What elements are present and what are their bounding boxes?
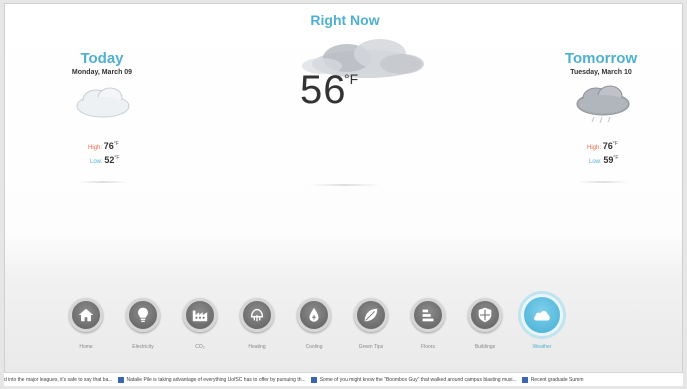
today-high-value: 76 bbox=[103, 141, 114, 151]
nav-item-weather[interactable]: Weather bbox=[512, 294, 572, 350]
tomorrow-high-unit: °F bbox=[612, 141, 618, 147]
heating-icon bbox=[250, 308, 264, 322]
nav-item-heating[interactable]: Heating bbox=[227, 298, 287, 350]
ticker-item[interactable]: Natalie Pile is taking advantage of ever… bbox=[117, 376, 306, 383]
nav-buildings-button[interactable] bbox=[468, 298, 502, 332]
today-high-unit: °F bbox=[113, 141, 119, 147]
divider bbox=[310, 184, 380, 186]
ticker-item[interactable]: Recent graduate Summ bbox=[521, 376, 584, 383]
nav-label: Home bbox=[79, 344, 93, 350]
nav-label: Green Tips bbox=[358, 344, 384, 350]
nav-floors-button[interactable] bbox=[411, 298, 445, 332]
tomorrow-low: Low: 59°F bbox=[589, 155, 618, 165]
right-now-title: Right Now bbox=[310, 12, 380, 28]
nav-item-buildings[interactable]: Buildings bbox=[455, 298, 515, 350]
facebook-icon bbox=[521, 376, 528, 383]
today-low-unit: °F bbox=[114, 155, 120, 161]
nav-label: Buildings bbox=[474, 344, 496, 350]
facebook-icon bbox=[310, 376, 317, 383]
current-temperature-unit: °F bbox=[344, 71, 359, 87]
today-date: Monday, March 09 bbox=[71, 69, 133, 76]
water-drop-icon bbox=[309, 307, 319, 322]
ticker-item[interactable]: d into the major leagues, it's safe to s… bbox=[4, 377, 113, 383]
news-ticker: d into the major leagues, it's safe to s… bbox=[4, 372, 683, 386]
floors-icon bbox=[422, 309, 434, 322]
nav-item-floors[interactable]: Floors bbox=[398, 298, 458, 350]
shield-icon bbox=[478, 307, 492, 323]
nav-home-button[interactable] bbox=[69, 298, 103, 332]
nav-label: Heating bbox=[248, 344, 266, 350]
divider bbox=[578, 181, 628, 183]
nav-item-electricity[interactable]: Electricity bbox=[113, 298, 173, 350]
factory-icon bbox=[192, 310, 208, 322]
home-icon bbox=[78, 308, 94, 322]
nav-electricity-button[interactable] bbox=[126, 298, 160, 332]
tomorrow-low-value: 59 bbox=[603, 155, 614, 165]
nav-label: Cooling bbox=[305, 344, 323, 350]
divider bbox=[78, 181, 128, 183]
nav-item-home[interactable]: Home bbox=[56, 298, 116, 350]
tomorrow-low-label: Low: bbox=[589, 159, 602, 165]
nav-label: Weather bbox=[532, 344, 552, 350]
tomorrow-low-unit: °F bbox=[613, 155, 619, 161]
rain-cloud-icon bbox=[576, 85, 630, 124]
leaf-icon bbox=[364, 308, 378, 322]
today-low: Low: 52°F bbox=[90, 155, 119, 165]
nav-item-cooling[interactable]: Cooling bbox=[284, 298, 344, 350]
today-high-label: High: bbox=[88, 145, 103, 151]
nav-label: CO₂ bbox=[195, 344, 205, 350]
tomorrow-high: High: 76°F bbox=[587, 141, 618, 151]
nav-item-green-tips[interactable]: Green Tips bbox=[341, 298, 401, 350]
today-low-value: 52 bbox=[104, 155, 115, 165]
nav-green-tips-button[interactable] bbox=[354, 298, 388, 332]
tomorrow-date: Tuesday, March 10 bbox=[570, 69, 632, 76]
cloud-icon bbox=[534, 310, 550, 321]
nav-weather-button[interactable] bbox=[521, 294, 563, 336]
ticker-item[interactable]: Some of you might know the "Boombox Guy"… bbox=[310, 376, 517, 383]
facebook-icon bbox=[117, 376, 124, 383]
today-title: Today bbox=[80, 50, 124, 67]
nav-item-co2[interactable]: CO₂ bbox=[170, 298, 230, 350]
today-low-label: Low: bbox=[90, 159, 103, 165]
today-high: High: 76°F bbox=[88, 141, 119, 151]
tomorrow-high-value: 76 bbox=[602, 141, 613, 151]
nav-label: Floors bbox=[421, 344, 435, 350]
nav-co2-button[interactable] bbox=[183, 298, 217, 332]
current-temperature: 56 bbox=[300, 68, 347, 112]
tomorrow-high-label: High: bbox=[587, 145, 602, 151]
nav-label: Electricity bbox=[132, 344, 154, 350]
nav-heating-button[interactable] bbox=[240, 298, 274, 332]
lightbulb-icon bbox=[138, 307, 148, 323]
nav-cooling-button[interactable] bbox=[297, 298, 331, 332]
cloud-icon bbox=[76, 87, 130, 118]
tomorrow-title: Tomorrow bbox=[564, 50, 638, 67]
